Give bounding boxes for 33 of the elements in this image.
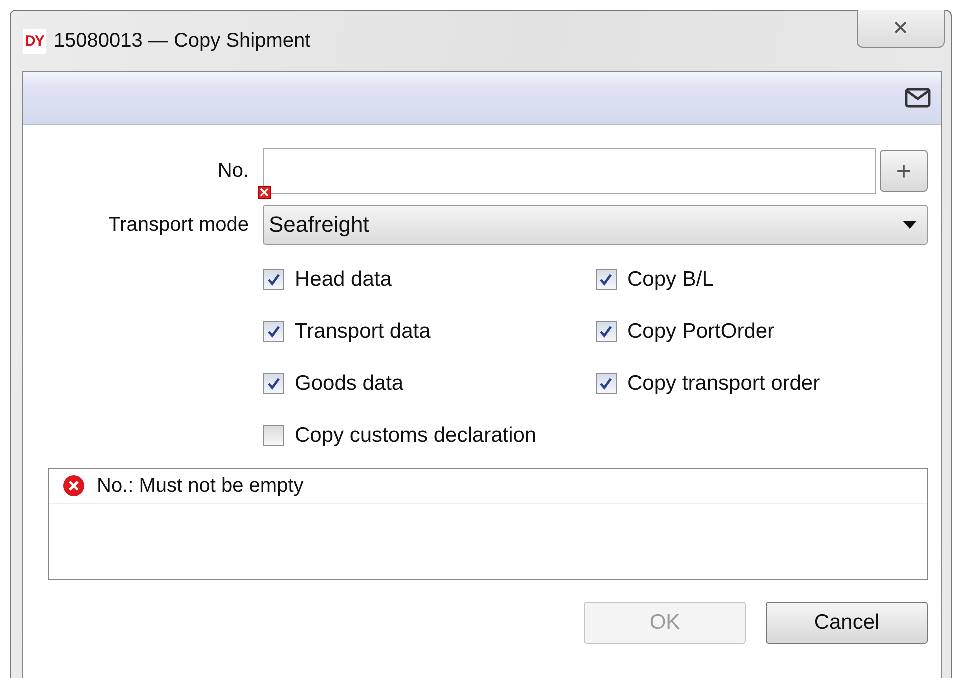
dropdown-caret-icon <box>903 221 917 229</box>
checkbox[interactable] <box>263 425 284 446</box>
message-text: No.: Must not be empty <box>97 474 304 498</box>
checkbox-label[interactable]: Goods data <box>295 372 404 396</box>
checkmark-icon <box>599 324 613 338</box>
checkbox-label[interactable]: Head data <box>295 268 392 292</box>
checkbox[interactable] <box>596 321 616 342</box>
checkbox[interactable] <box>263 321 284 342</box>
checkbox[interactable] <box>596 269 616 290</box>
checkbox-label[interactable]: Copy transport order <box>628 372 820 396</box>
checkbox[interactable] <box>263 269 284 290</box>
checkbox-label[interactable]: Copy B/L <box>628 268 714 292</box>
close-button[interactable]: ✕ <box>857 10 945 48</box>
field-label: No. <box>216 160 250 182</box>
transport-mode-dropdown[interactable]: Seafreight <box>263 205 928 245</box>
checkmark-icon <box>266 272 280 286</box>
checkmark-icon <box>266 324 280 338</box>
field-label: Transport mode <box>108 214 250 236</box>
checkbox-label[interactable]: Copy customs declaration <box>295 424 537 448</box>
add-button[interactable]: + <box>880 150 928 192</box>
window-title: 15080013 — Copy Shipment <box>54 30 311 52</box>
app-logo: DY <box>23 28 46 54</box>
number-field[interactable] <box>263 148 876 194</box>
checkbox[interactable] <box>263 373 284 394</box>
checkmark-icon <box>266 376 280 390</box>
dialog-button[interactable]: Cancel <box>766 602 928 644</box>
checkbox[interactable] <box>596 373 616 394</box>
checkbox-label[interactable]: Transport data <box>295 320 431 344</box>
error-icon <box>63 475 85 497</box>
checkbox-label[interactable]: Copy PortOrder <box>628 320 775 344</box>
mail-icon[interactable] <box>905 88 931 108</box>
checkmark-icon <box>599 272 613 286</box>
checkmark-icon <box>599 376 613 390</box>
